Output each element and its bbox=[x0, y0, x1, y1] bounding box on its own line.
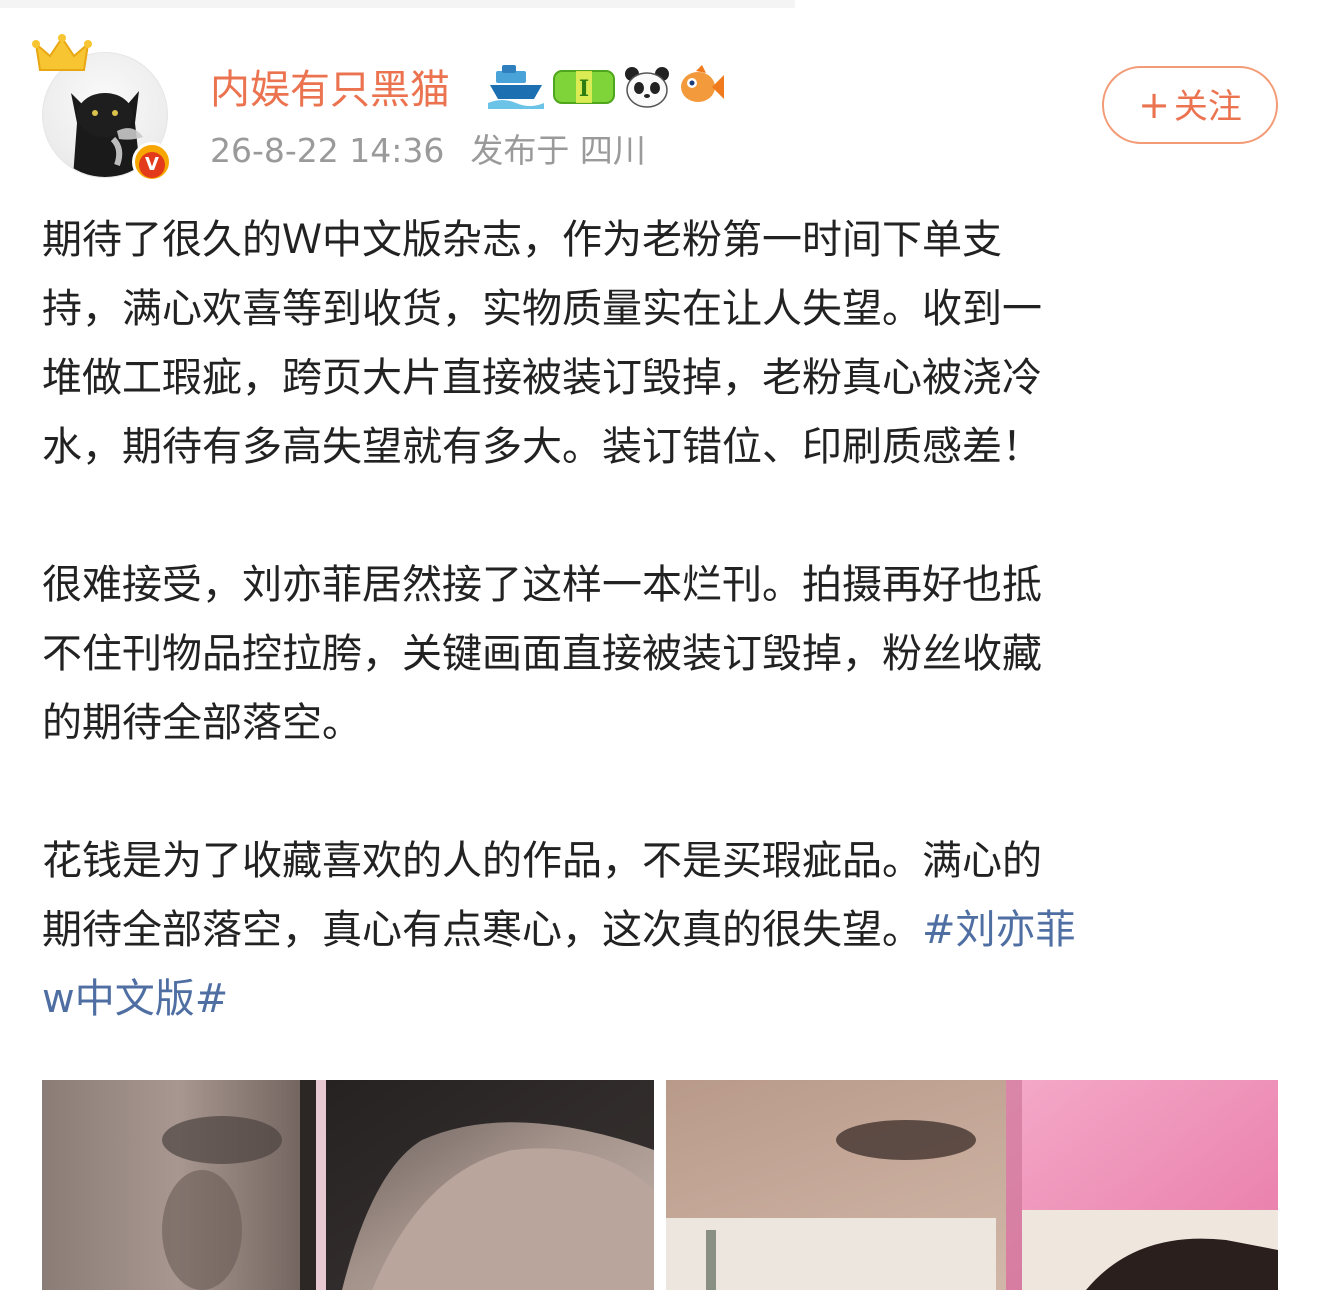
post-line: 不住刊物品控拉胯，关键画面直接被装订毁掉，粉丝收藏 bbox=[42, 631, 1042, 677]
post-image-1[interactable] bbox=[42, 1080, 654, 1290]
post-line: 水，期待有多高失望就有多大。装订错位、印刷质感差！ bbox=[42, 424, 1042, 470]
post-line: 花钱是为了收藏喜欢的人的作品，不是买瑕疵品。满心的 bbox=[42, 838, 1042, 884]
author-avatar-area[interactable]: V bbox=[30, 30, 180, 182]
post-line: 期待了很久的Ｗ中文版杂志，作为老粉第一时间下单支 bbox=[42, 217, 1002, 263]
post-text: 期待了很久的Ｗ中文版杂志，作为老粉第一时间下单支 持，满心欢喜等到收货，实物质量… bbox=[42, 206, 1282, 1034]
post-line: 的期待全部落空。 bbox=[42, 700, 362, 746]
svg-text:I: I bbox=[579, 76, 589, 102]
post-line: 很难接受，刘亦菲居然接了这样一本烂刊。拍摄再好也抵 bbox=[42, 562, 1042, 608]
hashtag-link-continued[interactable]: w中文版# bbox=[42, 976, 228, 1022]
post-line: 堆做工瑕疵，跨页大片直接被装订毁掉，老粉真心被浇冷 bbox=[42, 355, 1042, 401]
post-line: w中文版# bbox=[42, 965, 1282, 1034]
verified-badge-icon: V bbox=[132, 142, 172, 182]
author-badges: I bbox=[488, 62, 726, 112]
post-meta: 26-8-22 14:36 发布于 四川 bbox=[210, 128, 646, 174]
post-image-2[interactable] bbox=[666, 1080, 1278, 1290]
plus-icon: + bbox=[1138, 83, 1170, 127]
post-location: 发布于 四川 bbox=[470, 131, 646, 170]
boat-badge-icon[interactable] bbox=[488, 65, 544, 109]
top-divider bbox=[0, 0, 1320, 8]
panda-icon bbox=[625, 67, 669, 108]
crown-icon bbox=[32, 34, 92, 71]
post-line: 期待全部落空，真心有点寒心，这次真的很失望。#刘亦菲 bbox=[42, 896, 1282, 965]
follow-button[interactable]: + 关注 bbox=[1102, 66, 1278, 144]
fish-icon bbox=[681, 65, 724, 102]
hashtag-link[interactable]: #刘亦菲 bbox=[922, 907, 1076, 953]
post-time: 26-8-22 14:36 bbox=[210, 131, 445, 170]
follow-label: 关注 bbox=[1173, 87, 1242, 127]
author-name[interactable]: 内娱有只黑猫 bbox=[210, 60, 450, 120]
level-badge-icon[interactable]: I bbox=[552, 67, 616, 107]
post-line: 持，满心欢喜等到收货，实物质量实在让人失望。收到一 bbox=[42, 286, 1042, 332]
post-line-text: 期待全部落空，真心有点寒心，这次真的很失望。 bbox=[42, 907, 922, 953]
